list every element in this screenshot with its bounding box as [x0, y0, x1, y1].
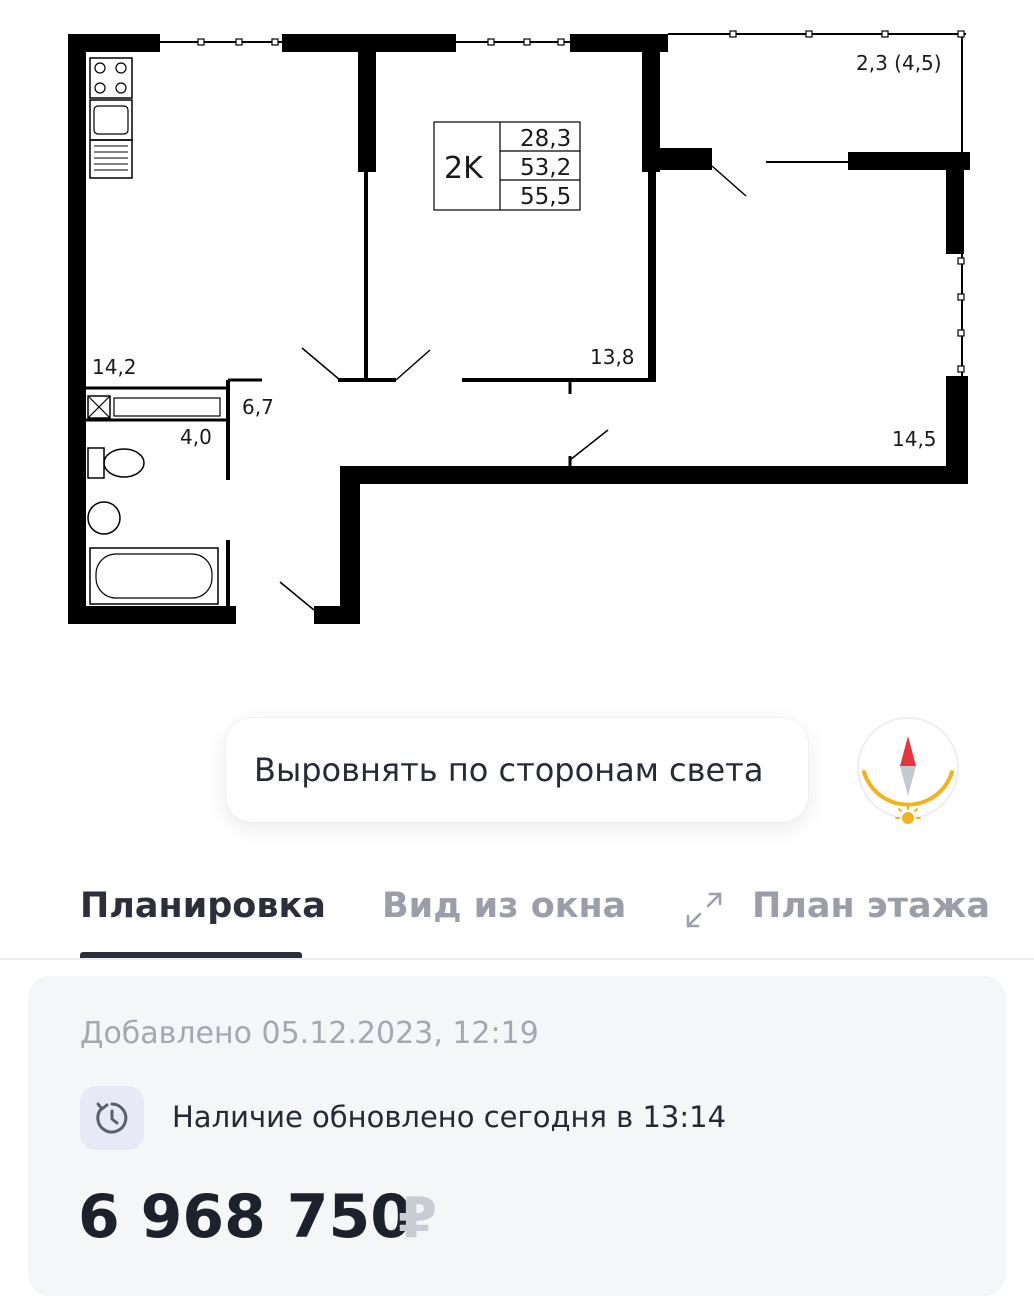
balcony-area: 2,3 (4,5) [856, 51, 942, 75]
hall-area: 6,7 [242, 395, 274, 419]
bedroom-area: 13,8 [590, 345, 635, 369]
bathroom-area: 4,0 [180, 425, 212, 449]
availability-updated: Наличие обновлено сегодня в 13:14 [172, 1100, 727, 1134]
plan-thin-lines [86, 33, 966, 611]
floor-plan: 2K 28,3 53,2 55,5 2,3 (4,5) 14,2 13,8 14… [68, 30, 970, 624]
total-area-with-balcony: 55,5 [520, 184, 571, 210]
refresh-clock-icon [80, 1086, 144, 1150]
living-area: 28,3 [520, 126, 571, 152]
currency-symbol: ₽ [398, 1186, 437, 1251]
added-date: Добавлено 05.12.2023, 12:19 [80, 1016, 539, 1051]
align-to-cardinal-directions-button[interactable]: Выровнять по сторонам света [226, 718, 808, 822]
listing-info-card: Добавлено 05.12.2023, 12:19 Наличие обно… [28, 976, 1006, 1296]
expand-icon[interactable] [684, 890, 724, 930]
living-room-area: 14,5 [892, 427, 937, 451]
total-area: 53,2 [520, 155, 571, 181]
apartment-code: 2K [444, 151, 484, 186]
tab-bar: Планировка Вид из окна План этажа [0, 870, 1034, 960]
tab-floor-plan[interactable]: План этажа [752, 886, 990, 926]
price: 6 968 750 [78, 1182, 413, 1252]
tabs-divider [0, 958, 1034, 960]
tab-window-view[interactable]: Вид из окна [382, 886, 626, 926]
tab-layout[interactable]: Планировка [80, 886, 326, 926]
align-button-label: Выровнять по сторонам света [254, 751, 764, 789]
compass-icon[interactable] [852, 714, 964, 826]
kitchen-area: 14,2 [92, 355, 137, 379]
window-markers [197, 30, 965, 373]
